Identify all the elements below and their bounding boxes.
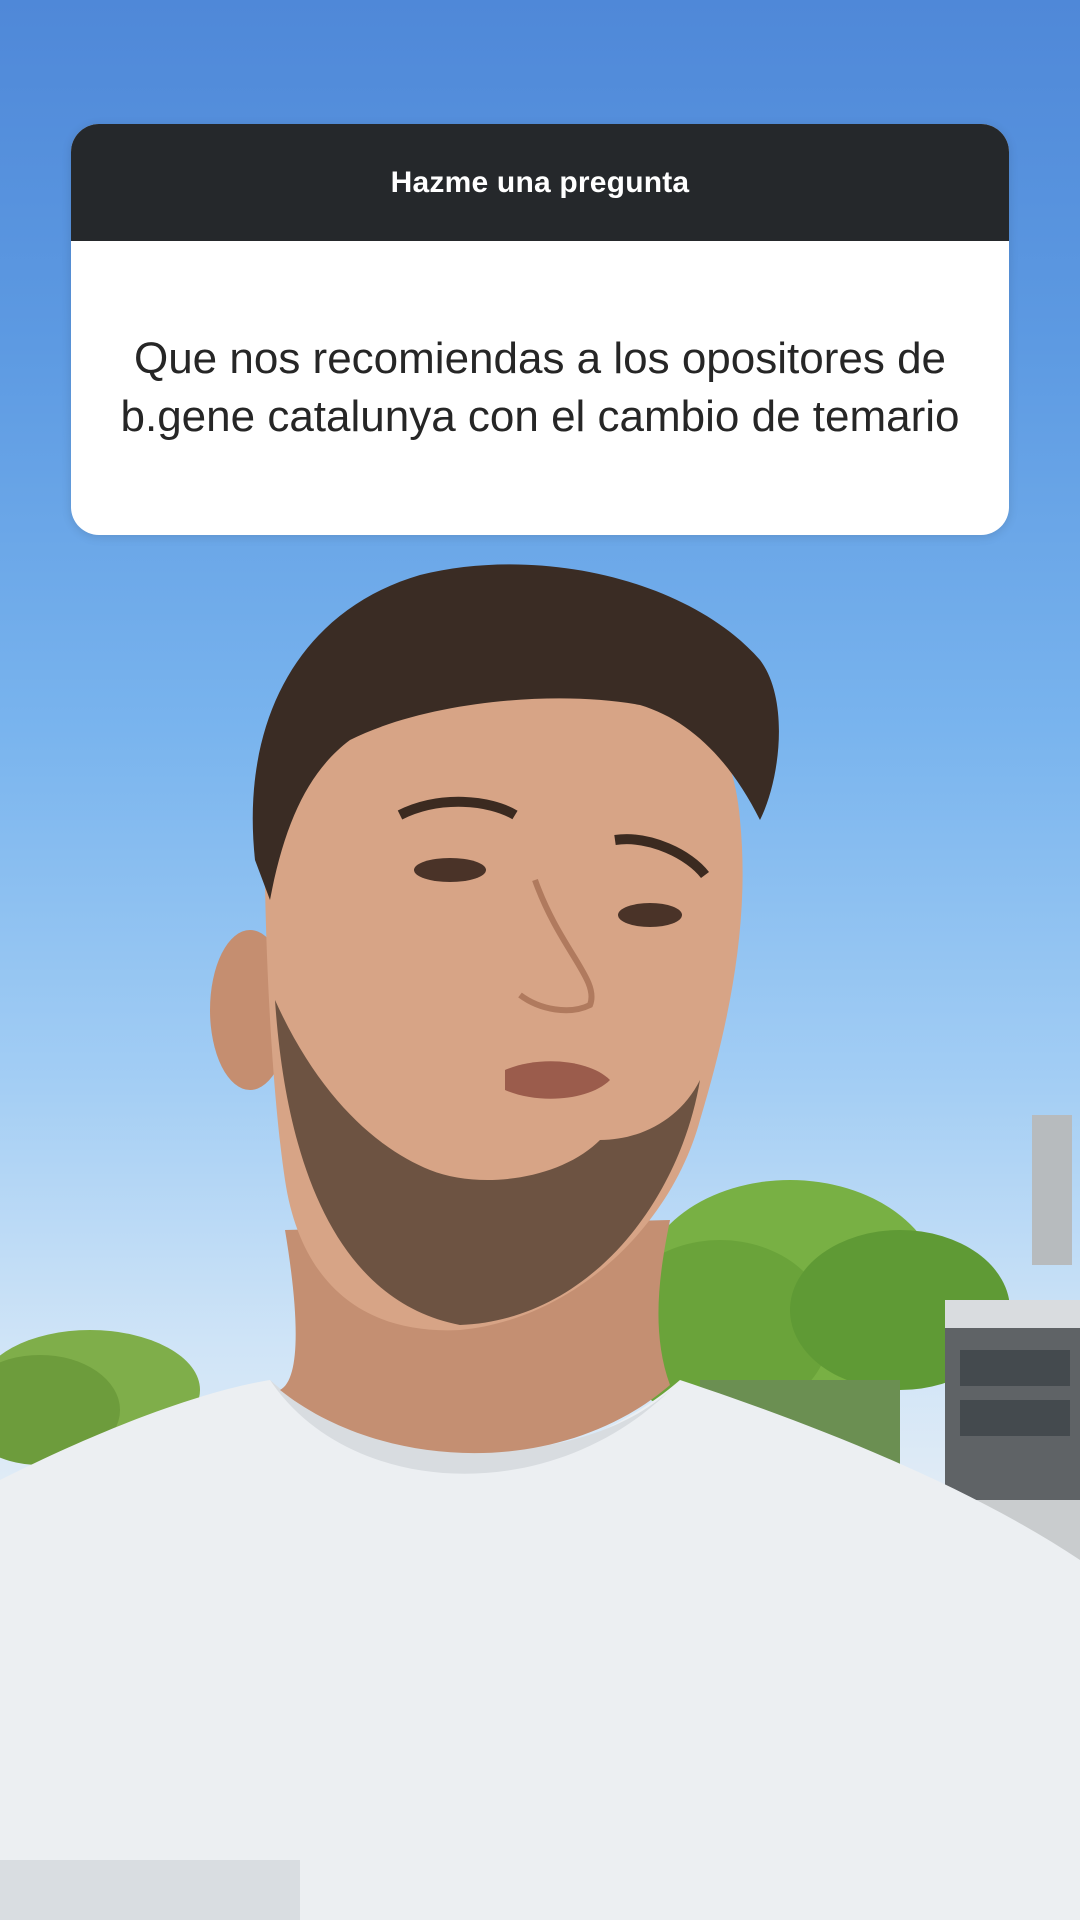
question-sticker[interactable]: Hazme una pregunta Que nos recomiendas a… bbox=[71, 124, 1009, 535]
background-building bbox=[945, 1115, 1080, 1560]
question-text: Que nos recomiendas a los opositores de … bbox=[120, 334, 960, 441]
question-sticker-title: Hazme una pregunta bbox=[390, 165, 690, 199]
question-sticker-header: Hazme una pregunta bbox=[71, 124, 1009, 241]
question-sticker-body: Que nos recomiendas a los opositores de … bbox=[71, 241, 1009, 535]
story-screen: Hazme una pregunta Que nos recomiendas a… bbox=[0, 0, 1080, 1920]
